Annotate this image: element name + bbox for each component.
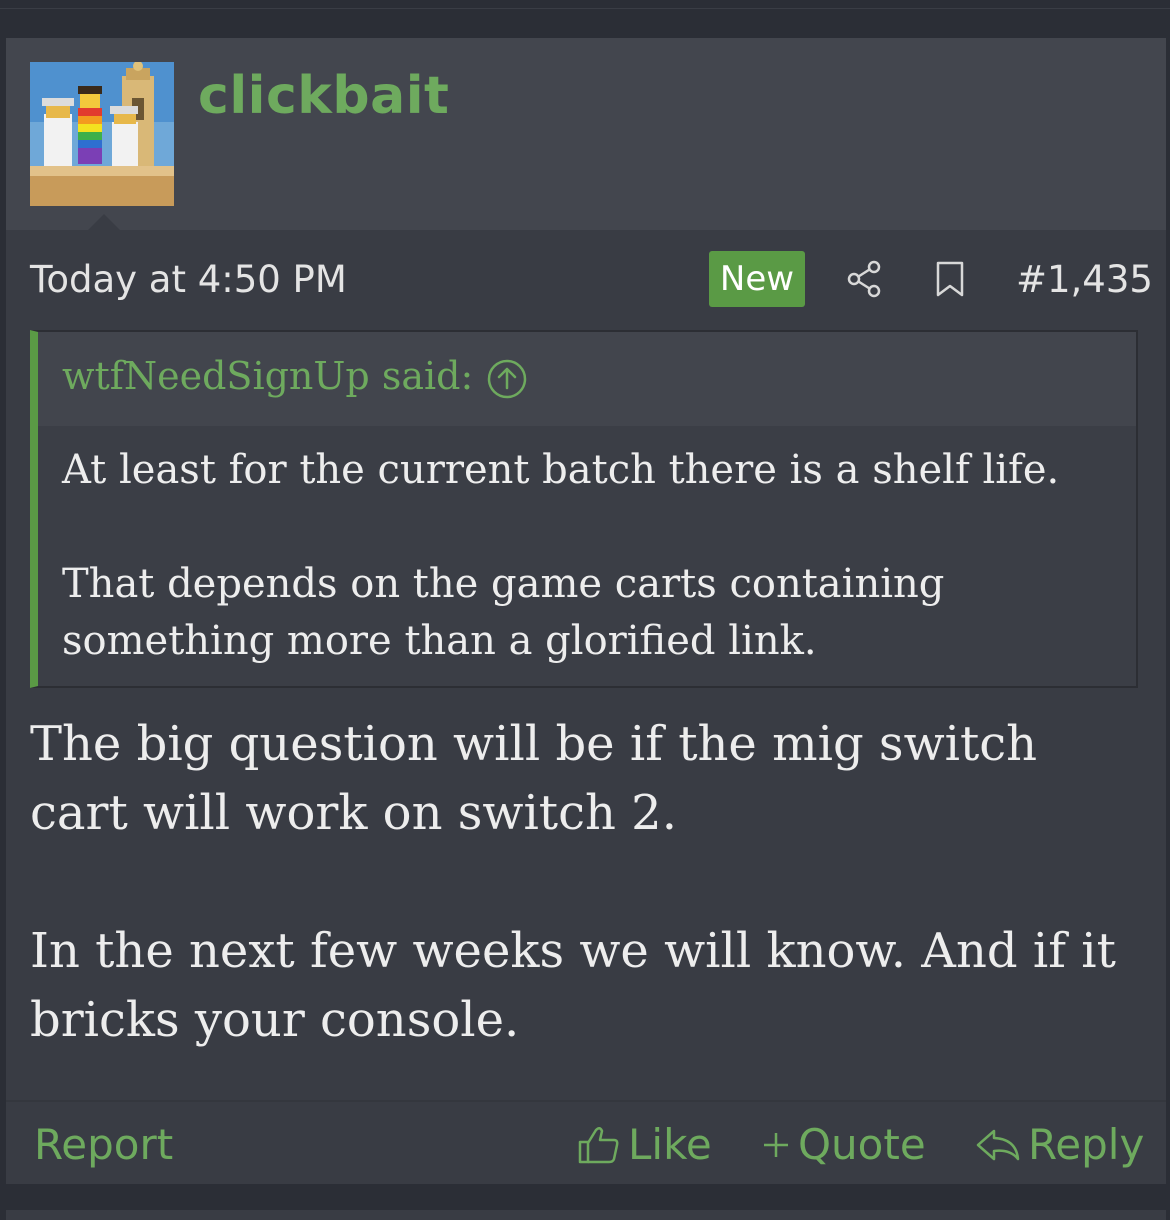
quote-paragraph: That depends on the game carts containin… (62, 561, 945, 664)
share-icon[interactable] (844, 258, 886, 300)
reply-label: Reply (1028, 1120, 1145, 1169)
quote-header: wtfNeedSignUp said: (38, 332, 1136, 426)
previous-post-edge (0, 0, 1170, 9)
post-body: The big question will be if the mig swit… (30, 710, 1150, 1055)
report-label: Report (34, 1120, 174, 1169)
quote-paragraph: At least for the current batch there is … (62, 447, 1060, 493)
quote-author[interactable]: wtfNeedSignUp said: (62, 354, 473, 398)
like-label: Like (628, 1120, 712, 1169)
username[interactable]: clickbait (198, 66, 449, 126)
post-date[interactable]: Today at 4:50 PM (30, 258, 347, 301)
user-avatar[interactable] (30, 62, 174, 206)
forum-post: clickbait Today at 4:50 PM New #1,435 wt… (6, 38, 1166, 1184)
next-post-edge (0, 1184, 1170, 1220)
new-badge: New (709, 251, 805, 307)
post-number-link[interactable]: #1,435 (1016, 258, 1153, 301)
reply-arrow-icon (976, 1129, 1020, 1160)
quote-label: Quote (798, 1120, 926, 1169)
post-paragraph: The big question will be if the mig swit… (30, 716, 1038, 841)
post-footer: Report Like Quote Reply (6, 1100, 1166, 1186)
like-button[interactable]: Like (576, 1120, 712, 1169)
arrow-up-circle-icon[interactable] (486, 358, 528, 400)
next-post-top (6, 1210, 1166, 1220)
post-user-header: clickbait (6, 38, 1166, 230)
avatar-pointer (88, 214, 120, 230)
bookmark-icon[interactable] (932, 258, 968, 300)
quote-block: wtfNeedSignUp said: At least for the cur… (30, 330, 1138, 688)
post-meta-row: Today at 4:50 PM New #1,435 (6, 238, 1166, 320)
quote-body: At least for the current batch there is … (62, 442, 1122, 670)
quote-button[interactable]: Quote (760, 1120, 926, 1169)
thumbs-up-icon (578, 1126, 619, 1163)
plus-icon (764, 1132, 788, 1157)
report-button[interactable]: Report (34, 1120, 173, 1169)
reply-button[interactable]: Reply (974, 1120, 1144, 1169)
post-paragraph: In the next few weeks we will know. And … (30, 923, 1116, 1048)
